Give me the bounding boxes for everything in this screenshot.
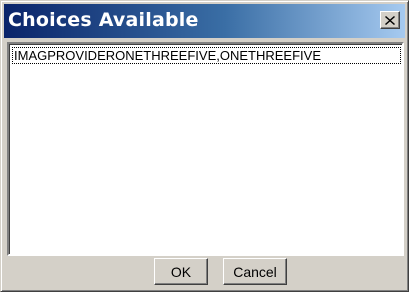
cancel-button[interactable]: Cancel	[223, 258, 287, 285]
dialog-title: Choices Available	[8, 9, 199, 31]
choices-dialog: Choices Available IMAGPROVIDERONETHREEFI…	[0, 0, 409, 292]
ok-button[interactable]: OK	[154, 258, 208, 285]
close-button[interactable]	[380, 11, 400, 29]
title-bar[interactable]: Choices Available	[4, 4, 405, 38]
list-item[interactable]: IMAGPROVIDERONETHREEFIVE,ONETHREEFIVE	[12, 47, 401, 64]
close-icon	[385, 15, 395, 25]
choices-listbox[interactable]: IMAGPROVIDERONETHREEFIVE,ONETHREEFIVE	[7, 42, 404, 256]
